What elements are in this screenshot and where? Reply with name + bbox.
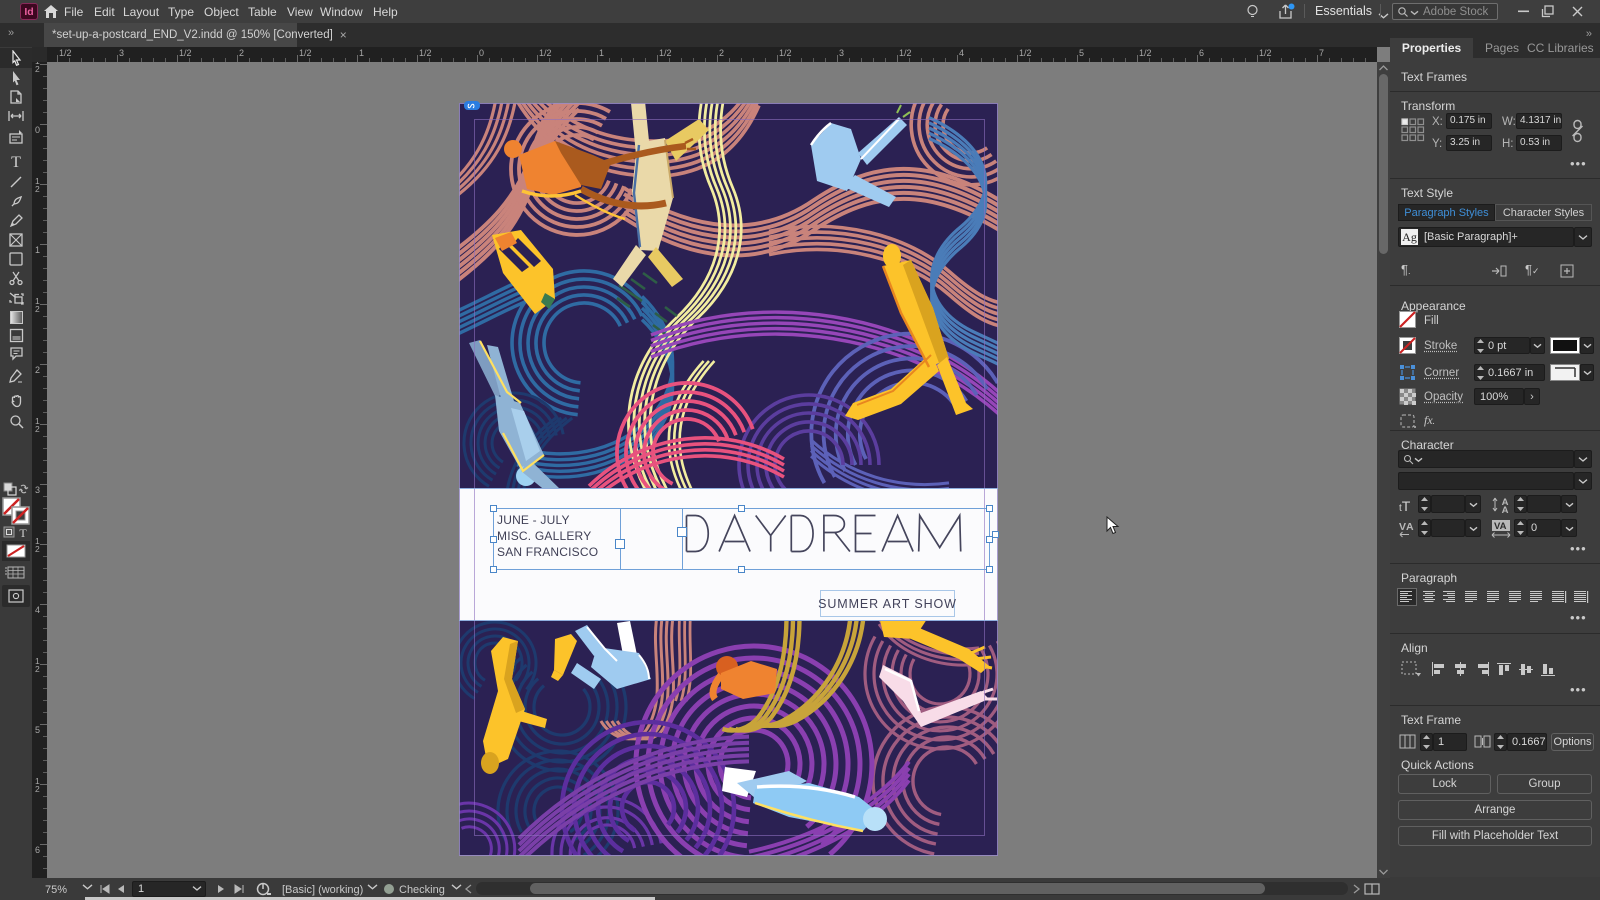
- svg-text:V: V: [1399, 521, 1406, 533]
- svg-text:VA: VA: [1494, 521, 1507, 532]
- svg-text:A: A: [1406, 521, 1414, 533]
- svg-text:T: T: [19, 526, 27, 539]
- svg-text:A: A: [1502, 505, 1509, 514]
- svg-text:T: T: [11, 154, 21, 169]
